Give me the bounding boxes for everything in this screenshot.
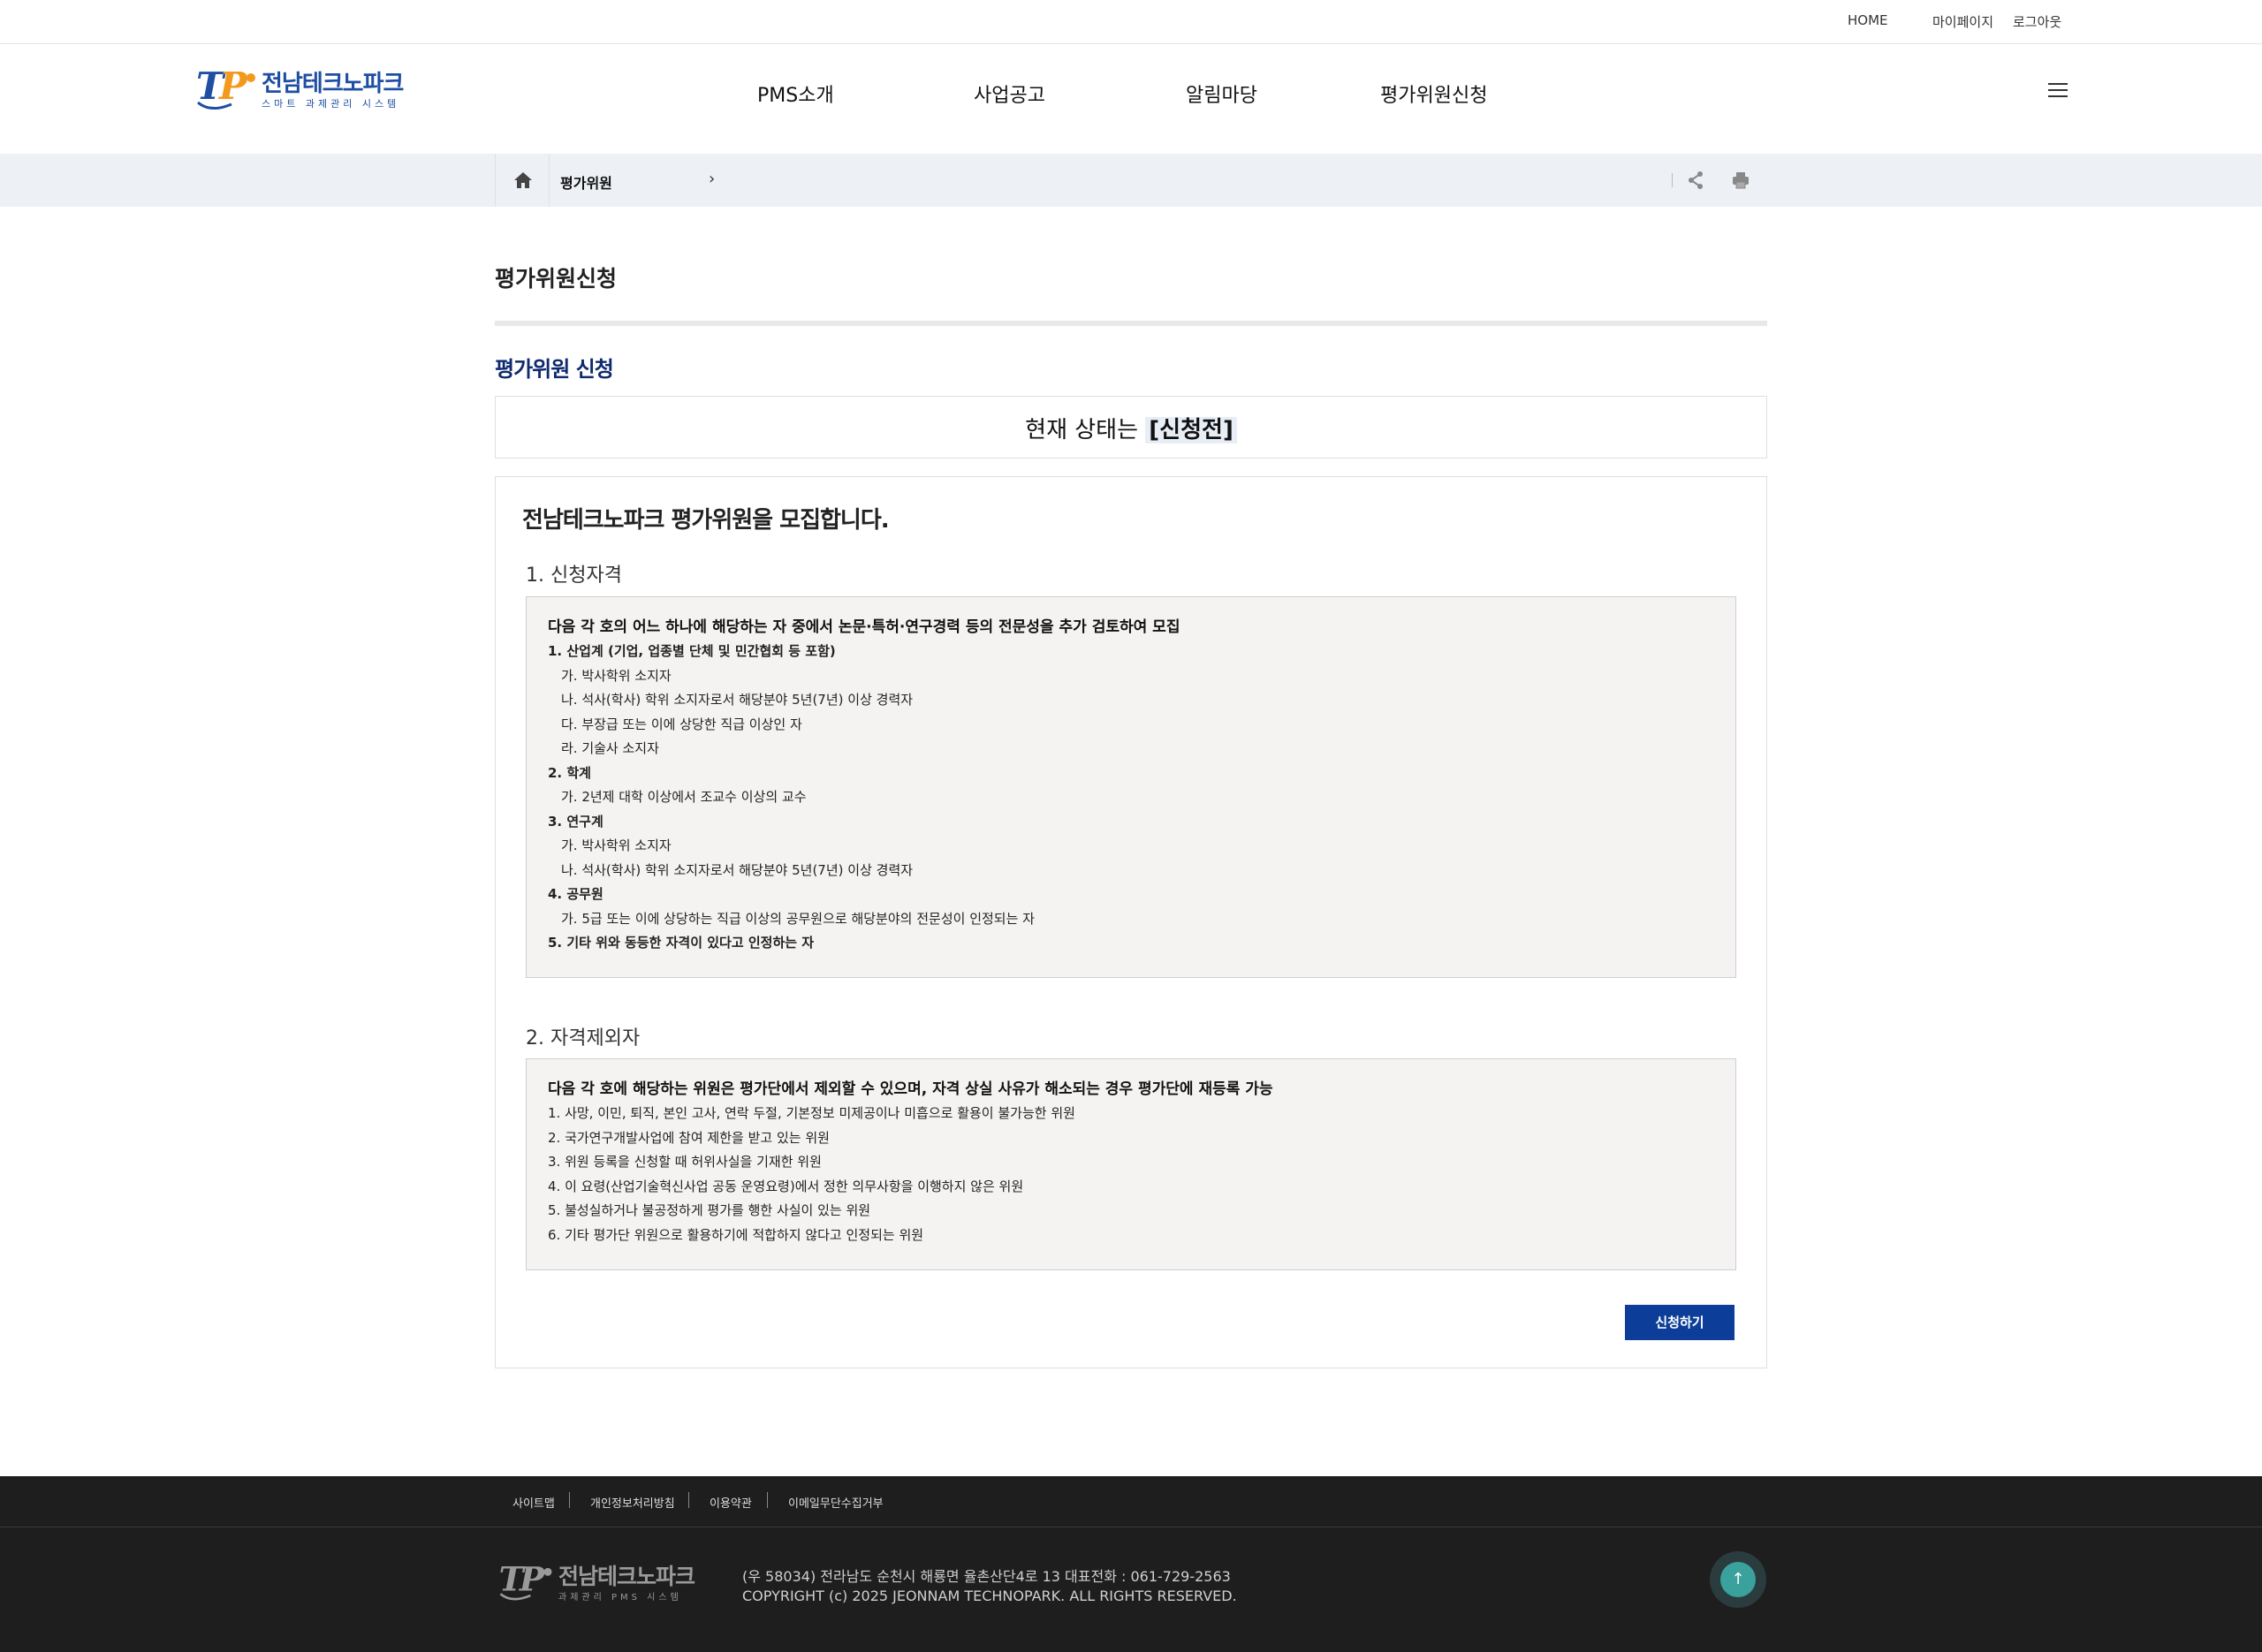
footer-link-divider: [569, 1492, 570, 1508]
site-footer: 사이트맵 개인정보처리방침 이용약관 이메일무단수집거부 T P 전남테크노파크…: [0, 1476, 2262, 1652]
nav-pms-intro[interactable]: PMS소개: [757, 80, 834, 108]
exclusion-list-item: 6. 기타 평가단 위원으로 활용하기에 적합하지 않다고 인정되는 위원: [548, 1226, 924, 1243]
exclusion-list-item: 5. 불성실하거나 불공정하게 평가를 행한 사실이 있는 위원: [548, 1202, 871, 1218]
breadcrumb: 평가위원 ›: [0, 154, 2262, 207]
scroll-top-button[interactable]: ↑: [1710, 1551, 1766, 1608]
logo-mark-icon: T P: [196, 64, 255, 110]
qualification-list-item: 가. 박사학위 소지자: [561, 837, 672, 853]
share-icon[interactable]: [1688, 171, 1704, 189]
breadcrumb-home-button[interactable]: [495, 154, 550, 207]
qualification-box: 다음 각 호의 어느 하나에 해당하는 자 중에서 논문·특허·연구경력 등의 …: [526, 596, 1736, 978]
mypage-link[interactable]: 마이페이지: [1932, 12, 1993, 31]
logout-link[interactable]: 로그아웃: [2013, 12, 2061, 31]
qualification-list: 1. 산업계 (기업, 업종별 단체 및 민간협회 등 포함) 가. 박사학위 소…: [548, 640, 1714, 956]
qualification-list-item: 가. 5급 또는 이에 상당하는 직급 이상의 공무원으로 해당분야의 전문성이…: [561, 910, 1035, 927]
qualification-list-item: 4. 공무원: [548, 886, 603, 902]
logo-subtitle: 스마트 과제관리 시스템: [262, 98, 400, 110]
nav-notice-board[interactable]: 알림마당: [1186, 80, 1257, 108]
footer-logo-mark-icon: T P: [499, 1560, 552, 1601]
footer-link-terms[interactable]: 이용약관: [710, 1494, 752, 1511]
footer-copyright: COPYRIGHT (c) 2025 JEONNAM TECHNOPARK. A…: [742, 1588, 1237, 1604]
recruit-panel: 전남테크노파크 평가위원을 모집합니다. 1. 신청자격 다음 각 호의 어느 …: [495, 476, 1767, 1368]
exclusion-list-item: 1. 사망, 이민, 퇴직, 본인 고사, 연락 두절, 기본정보 미제공이나 …: [548, 1105, 1075, 1121]
status-badge: [신청전]: [1145, 417, 1237, 443]
title-divider: [495, 321, 1767, 326]
section-title: 평가위원 신청: [495, 357, 614, 382]
qualification-list-item: 나. 석사(학사) 학위 소지자로서 해당분야 5년(7년) 이상 경력자: [561, 861, 914, 878]
footer-link-divider: [767, 1492, 768, 1508]
exclusion-heading: 2. 자격제외자: [526, 1027, 641, 1050]
footer-links: 사이트맵 개인정보처리방침 이용약관 이메일무단수집거부: [0, 1476, 2262, 1527]
print-icon[interactable]: [1732, 171, 1750, 189]
footer-logo: T P 전남테크노파크 과제관리 PMS 시스템: [495, 1559, 695, 1605]
svg-text:P: P: [218, 64, 248, 108]
exclusion-intro: 다음 각 호에 해당하는 위원은 평가단에서 제외할 수 있으며, 자격 상실 …: [548, 1080, 1273, 1098]
exclusion-list: 1. 사망, 이민, 퇴직, 본인 고사, 연락 두절, 기본정보 미제공이나 …: [548, 1102, 1714, 1247]
recruit-title: 전남테크노파크 평가위원을 모집합니다.: [522, 507, 890, 534]
breadcrumb-dropdown-arrow[interactable]: ›: [709, 170, 715, 188]
page-title: 평가위원신청: [495, 266, 618, 292]
top-utility-bar: HOME 마이페이지 로그아웃: [0, 0, 2262, 44]
footer-link-divider: [688, 1492, 689, 1508]
hamburger-icon[interactable]: [2048, 83, 2068, 99]
nav-business-notice[interactable]: 사업공고: [974, 80, 1045, 108]
exclusion-list-item: 3. 위원 등록을 신청할 때 허위사실을 기재한 위원: [548, 1154, 822, 1170]
footer-logo-subtitle: 과제관리 PMS 시스템: [558, 1593, 682, 1603]
exclusion-list-item: 4. 이 요령(산업기술혁신사업 공동 운영요령)에서 정한 의무사항을 이행하…: [548, 1178, 1024, 1194]
arrow-up-icon: ↑: [1720, 1562, 1756, 1597]
qualification-list-item: 1. 산업계 (기업, 업종별 단체 및 민간협회 등 포함): [548, 643, 836, 659]
site-logo[interactable]: T P 전남테크노파크 스마트 과제관리 시스템: [193, 64, 404, 117]
home-link[interactable]: HOME: [1848, 12, 1888, 28]
exclusion-list-item: 2. 국가연구개발사업에 참여 제한을 받고 있는 위원: [548, 1129, 830, 1146]
breadcrumb-divider: [1672, 173, 1673, 187]
footer-link-email-refusal[interactable]: 이메일무단수집거부: [788, 1494, 884, 1511]
footer-address: (우 58034) 전라남도 순천시 해룡면 율촌산단4로 13 대표전화 : …: [742, 1568, 1231, 1585]
status-prefix: 현재 상태는: [1025, 417, 1139, 443]
site-header: T P 전남테크노파크 스마트 과제관리 시스템 PMS소개 사업공고 알림마당…: [0, 44, 2262, 154]
apply-button[interactable]: 신청하기: [1625, 1305, 1734, 1340]
qualification-heading: 1. 신청자격: [526, 565, 622, 587]
home-icon: [514, 172, 532, 188]
logo-title: 전남테크노파크: [262, 71, 404, 97]
svg-text:P: P: [519, 1560, 546, 1599]
exclusion-box: 다음 각 호에 해당하는 위원은 평가단에서 제외할 수 있으며, 자격 상실 …: [526, 1058, 1736, 1270]
qualification-intro: 다음 각 호의 어느 하나에 해당하는 자 중에서 논문·특허·연구경력 등의 …: [548, 618, 1180, 636]
qualification-list-item: 가. 박사학위 소지자: [561, 667, 672, 684]
qualification-list-item: 5. 기타 위와 동등한 자격이 있다고 인정하는 자: [548, 935, 815, 951]
qualification-list-item: 라. 기술사 소지자: [561, 740, 659, 756]
qualification-list-item: 다. 부장급 또는 이에 상당한 직급 이상인 자: [561, 716, 802, 732]
status-box: 현재 상태는 [신청전]: [495, 396, 1767, 458]
qualification-list-item: 3. 연구계: [548, 813, 603, 830]
nav-evaluator-apply[interactable]: 평가위원신청: [1380, 80, 1487, 108]
qualification-list-item: 2. 학계: [548, 764, 591, 781]
qualification-list-item: 가. 2년제 대학 이상에서 조교수 이상의 교수: [561, 789, 807, 805]
footer-logo-title: 전남테크노파크: [558, 1564, 695, 1589]
footer-link-privacy[interactable]: 개인정보처리방침: [590, 1494, 675, 1511]
breadcrumb-current[interactable]: 평가위원: [560, 171, 612, 193]
qualification-list-item: 나. 석사(학사) 학위 소지자로서 해당분야 5년(7년) 이상 경력자: [561, 692, 914, 708]
footer-link-sitemap[interactable]: 사이트맵: [512, 1494, 555, 1511]
